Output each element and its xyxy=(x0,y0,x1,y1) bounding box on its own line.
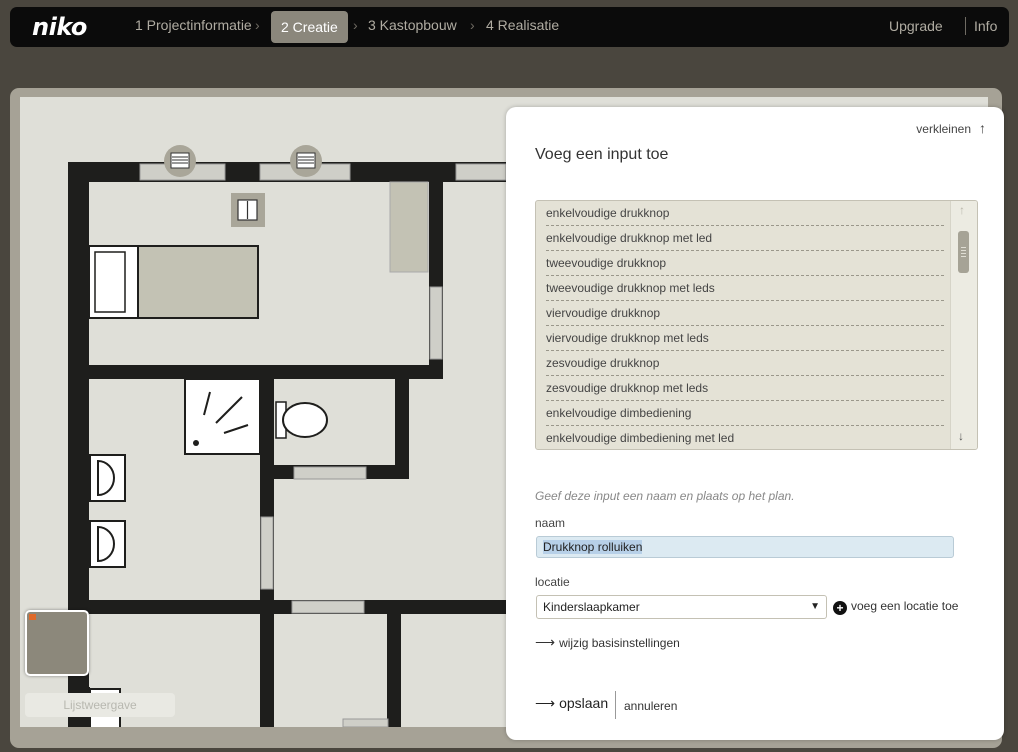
push-button-icon[interactable] xyxy=(231,193,265,227)
dropdown-caret-icon: ▼ xyxy=(810,601,820,612)
arrow-up-icon: ↑ xyxy=(979,120,986,136)
name-input-value: Drukknop rolluiken xyxy=(543,540,643,554)
name-input[interactable]: Drukknop rolluiken xyxy=(536,536,954,558)
list-scrollbar[interactable]: ↑ ↓ xyxy=(950,201,977,449)
list-item[interactable]: tweevoudige drukknop xyxy=(546,251,944,276)
location-label: locatie xyxy=(535,575,570,589)
door-opening xyxy=(291,600,365,614)
list-item[interactable]: tweevoudige drukknop met leds xyxy=(546,276,944,301)
bed-pillow xyxy=(94,251,126,313)
roller-shutter-icon[interactable] xyxy=(164,145,196,177)
upgrade-link[interactable]: Upgrade xyxy=(889,18,943,34)
window xyxy=(455,163,507,181)
list-view-button[interactable]: Lijstweergave xyxy=(25,693,175,717)
step-creatie[interactable]: 2 Creatie xyxy=(271,11,348,43)
list-item[interactable]: viervoudige drukknop xyxy=(546,301,944,326)
door-opening xyxy=(260,516,274,590)
nav-divider xyxy=(965,17,966,35)
save-button[interactable]: ⟶ opslaan xyxy=(535,695,608,712)
step-kastopbouw[interactable]: 3 Kastopbouw xyxy=(368,17,457,33)
wardrobe xyxy=(389,181,429,273)
chevron-right-icon: › xyxy=(353,17,358,33)
list-item[interactable]: enkelvoudige dimbediening met led xyxy=(546,426,944,449)
list-item[interactable]: viervoudige drukknop met leds xyxy=(546,326,944,351)
cancel-button[interactable]: annuleren xyxy=(624,699,677,713)
name-label: naam xyxy=(535,516,566,530)
scroll-down-arrow-icon[interactable]: ↓ xyxy=(958,429,964,443)
chevron-right-icon: › xyxy=(255,17,260,33)
edit-basic-settings-link[interactable]: ⟶ wijzig basisinstellingen xyxy=(535,634,680,651)
toilet-bowl xyxy=(282,402,328,438)
save-label: opslaan xyxy=(559,695,609,711)
niko-logo[interactable]: niko xyxy=(32,13,87,41)
minimap-viewport-marker xyxy=(29,614,36,620)
shrink-label: verkleinen xyxy=(916,122,971,136)
settings-link-label: wijzig basisinstellingen xyxy=(559,636,680,650)
button-divider xyxy=(615,691,616,719)
door-opening xyxy=(429,286,443,360)
door-opening xyxy=(293,466,367,480)
list-item[interactable]: zesvoudige drukknop met leds xyxy=(546,376,944,401)
add-input-panel: verkleinen ↑ Voeg een input toe enkelvoud… xyxy=(506,107,1004,740)
input-type-list[interactable]: enkelvoudige drukknop enkelvoudige drukk… xyxy=(535,200,978,450)
arrow-right-icon: ⟶ xyxy=(535,634,556,650)
shrink-panel-button[interactable]: verkleinen ↑ xyxy=(916,120,986,136)
add-location-label: voeg een locatie toe xyxy=(851,599,959,613)
step-realisatie[interactable]: 4 Realisatie xyxy=(486,17,559,33)
top-navigation-bar: niko 1 Projectinformatie › 2 Creatie › 3… xyxy=(10,7,1009,47)
list-item[interactable]: zesvoudige drukknop xyxy=(546,351,944,376)
panel-title: Voeg een input toe xyxy=(535,146,669,163)
roller-shutter-icon[interactable] xyxy=(290,145,322,177)
plus-circle-icon: + xyxy=(833,601,847,615)
arrow-right-icon: ⟶ xyxy=(535,695,556,711)
list-item[interactable]: enkelvoudige dimbediening xyxy=(546,401,944,426)
location-select-value: Kinderslaapkamer xyxy=(543,600,640,614)
scroll-up-arrow-icon[interactable]: ↑ xyxy=(959,203,965,217)
name-placement-hint: Geef deze input een naam en plaats op he… xyxy=(535,489,795,503)
shower-drain xyxy=(193,440,199,446)
list-item[interactable]: enkelvoudige drukknop met led xyxy=(546,226,944,251)
scroll-thumb[interactable] xyxy=(958,231,969,273)
add-location-button[interactable]: + voeg een locatie toe xyxy=(833,599,958,615)
list-item[interactable]: enkelvoudige drukknop xyxy=(546,201,944,226)
location-select[interactable]: Kinderslaapkamer ▼ xyxy=(536,595,827,619)
door-opening xyxy=(342,718,389,727)
chevron-right-icon: › xyxy=(470,17,475,33)
minimap[interactable] xyxy=(25,610,89,676)
step-projectinformatie[interactable]: 1 Projectinformatie xyxy=(135,17,252,33)
info-link[interactable]: Info xyxy=(974,18,997,34)
